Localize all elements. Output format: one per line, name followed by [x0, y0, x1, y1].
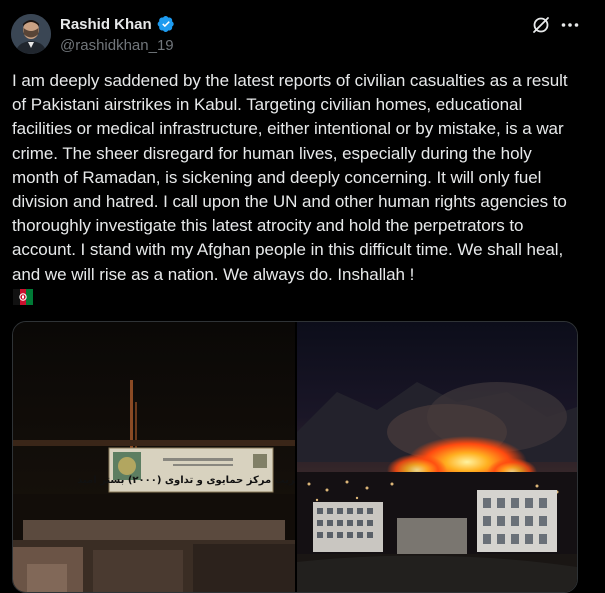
- tweet-text: I am deeply saddened by the latest repor…: [12, 71, 568, 284]
- verified-badge-icon: [157, 15, 174, 33]
- more-options-button[interactable]: [559, 14, 581, 36]
- grok-button[interactable]: [530, 14, 552, 36]
- author-name-row: Rashid Khan: [60, 15, 175, 33]
- grok-icon: [533, 17, 549, 33]
- tweet-media[interactable]: آمریت مرکز حمایوی و تداوی (۲۰۰۰) بستر ام…: [12, 321, 578, 593]
- tweet-post: Rashid Khan @rashidkhan_19 I am deeply s…: [0, 0, 605, 593]
- building-photo[interactable]: آمریت مرکز حمایوی و تداوی (۲۰۰۰) بستر ام…: [13, 322, 295, 592]
- avatar-image: [11, 14, 51, 54]
- sign-text: آمریت مرکز حمایوی و تداوی (۲۰۰۰) بستر ام…: [77, 473, 295, 486]
- author-handle[interactable]: @rashidkhan_19: [60, 37, 174, 54]
- afghanistan-flag-emoji: [13, 289, 33, 305]
- author-name[interactable]: Rashid Khan: [60, 16, 152, 33]
- avatar[interactable]: [11, 14, 51, 54]
- more-options-icon: [561, 23, 579, 27]
- fire-photo[interactable]: [297, 322, 577, 592]
